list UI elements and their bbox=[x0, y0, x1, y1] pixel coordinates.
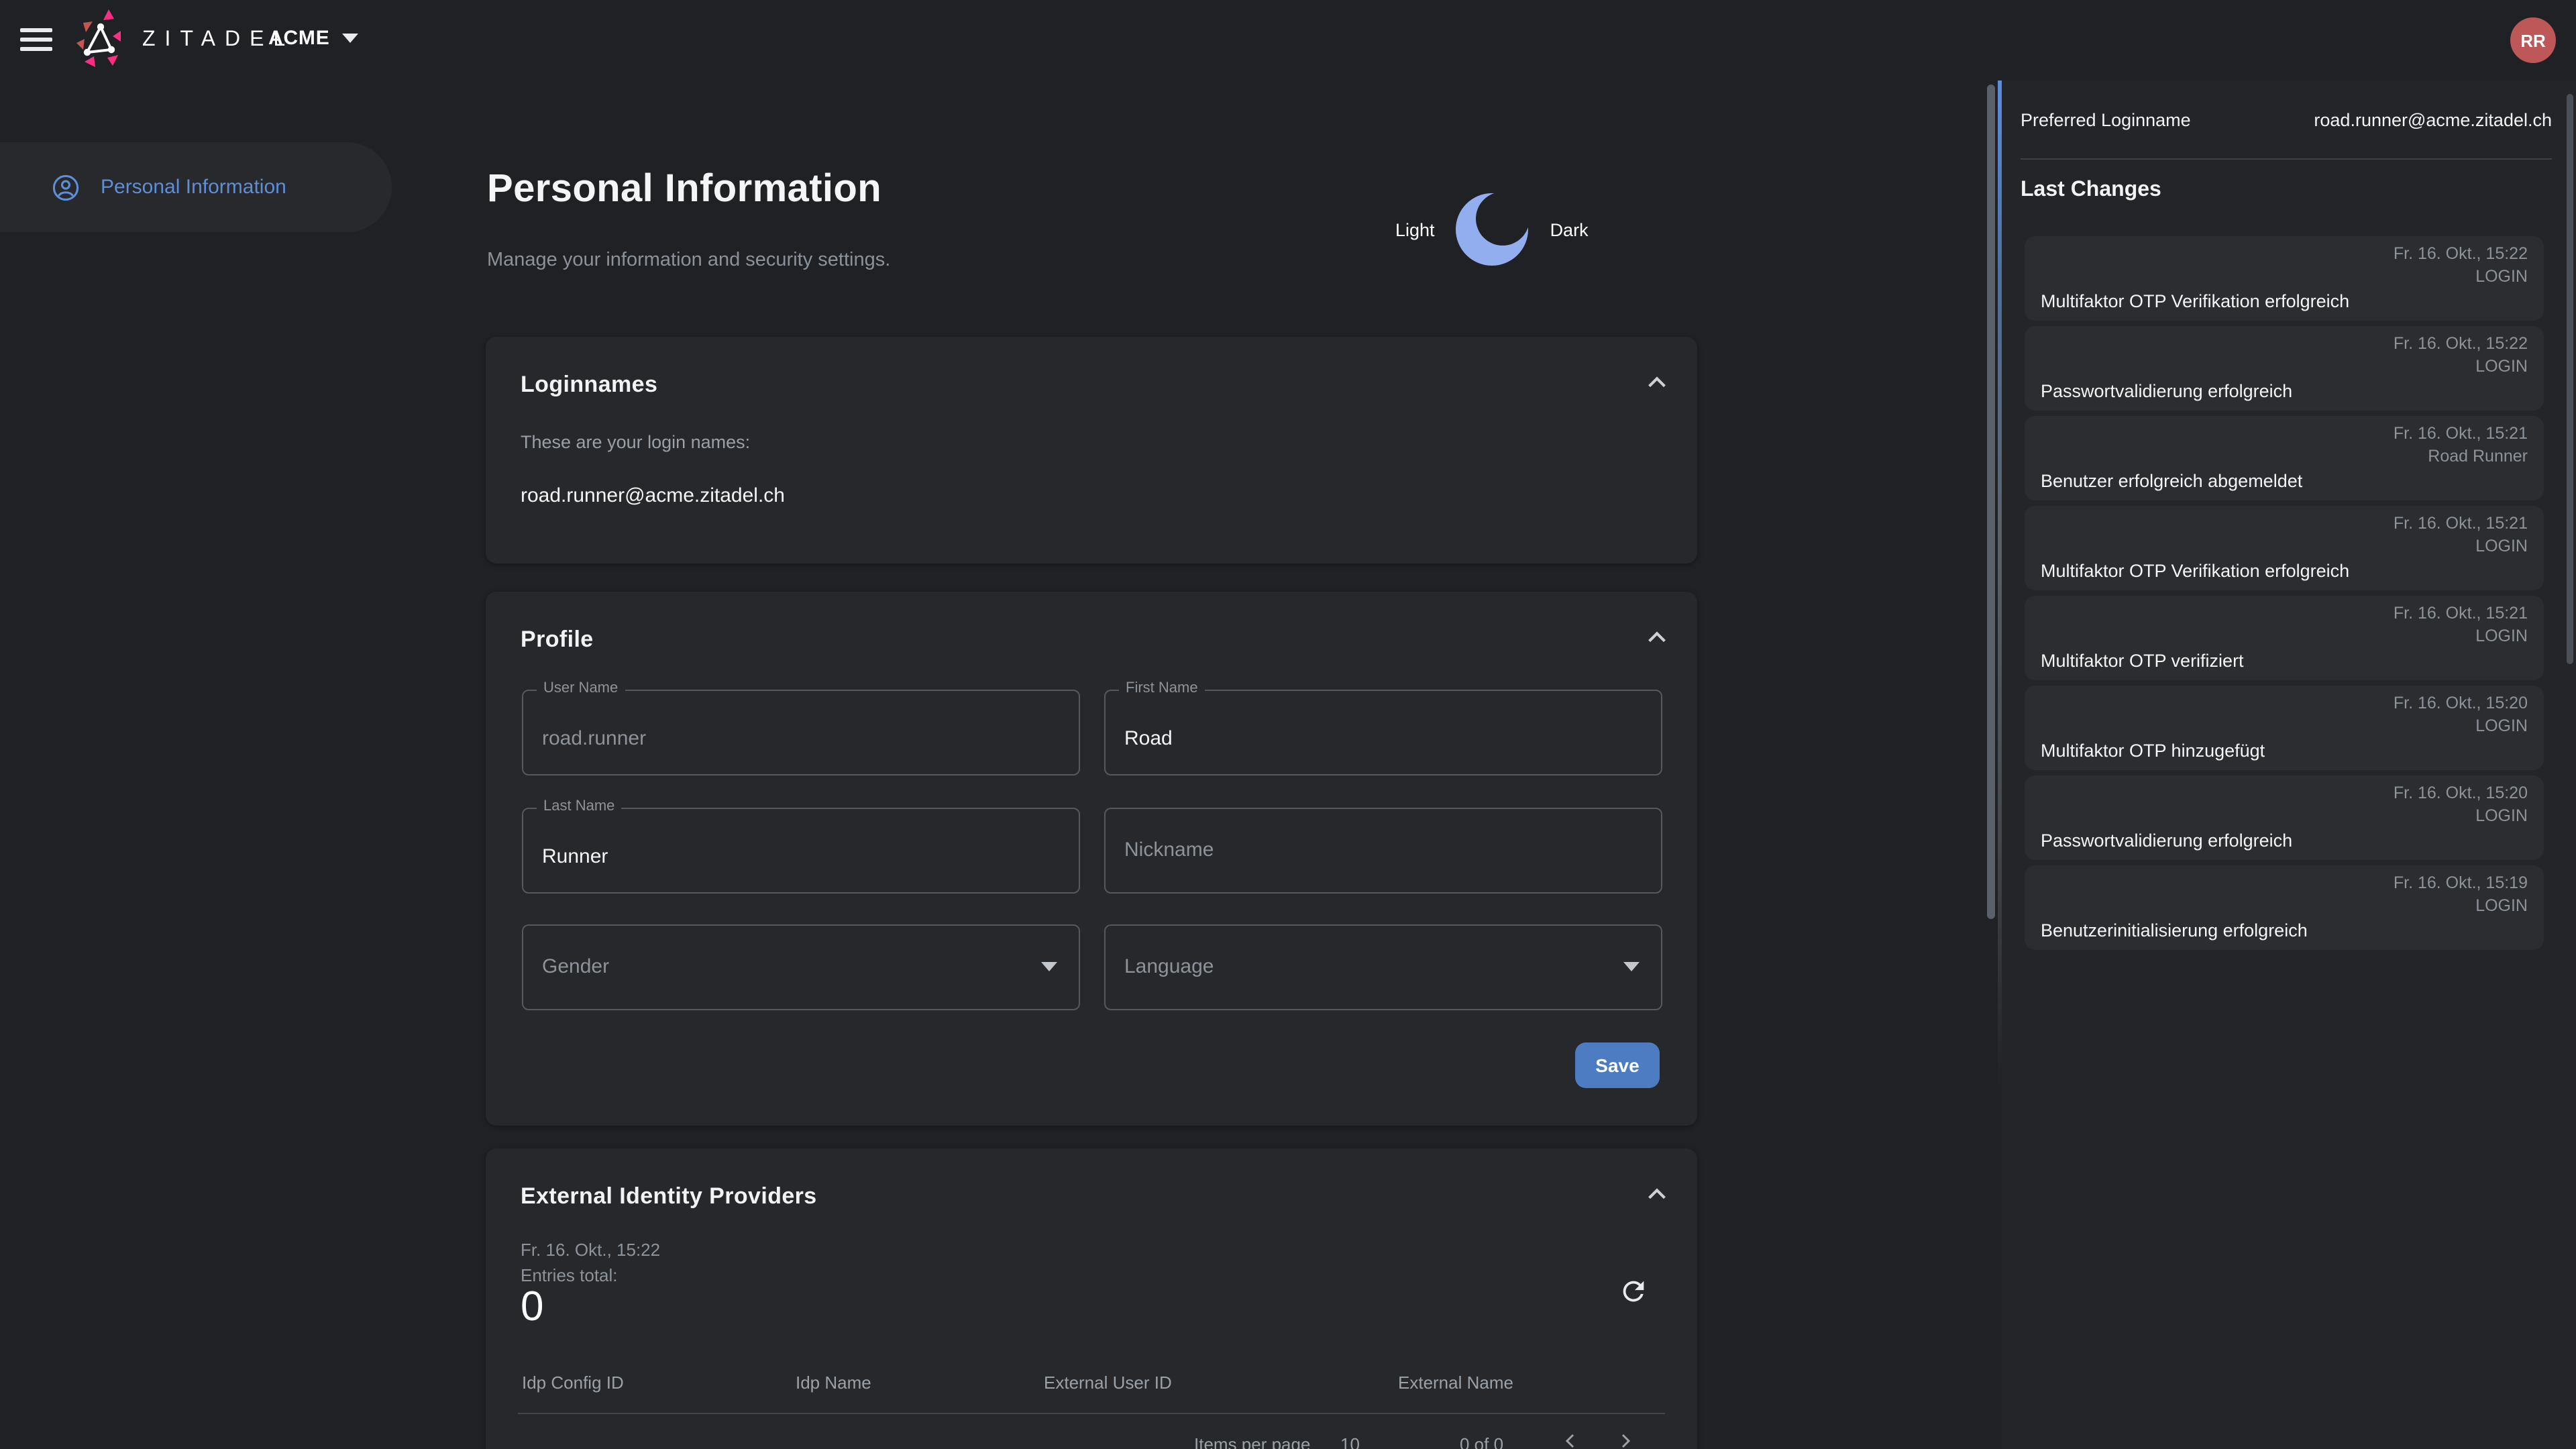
first-name-value: Road bbox=[1124, 727, 1173, 750]
sidebar-divider bbox=[2021, 158, 2552, 160]
previous-page-icon[interactable] bbox=[1559, 1429, 1583, 1449]
preferred-loginname-label: Preferred Loginname bbox=[2021, 110, 2191, 130]
items-per-page-label: Items per page bbox=[1194, 1434, 1310, 1449]
entries-total-value: 0 bbox=[521, 1283, 544, 1331]
next-page-icon[interactable] bbox=[1613, 1429, 1637, 1449]
col-external-user-id: External User ID bbox=[1044, 1373, 1172, 1393]
sidebar-scrollbar[interactable] bbox=[2567, 94, 2573, 664]
external-idp-card: External Identity Providers Fr. 16. Okt.… bbox=[486, 1148, 1697, 1449]
theme-light-label: Light bbox=[1395, 219, 1435, 239]
nickname-field[interactable]: Nickname bbox=[1104, 808, 1662, 894]
change-event-item[interactable]: Fr. 16. Okt., 15:21 LOGIN Multifaktor OT… bbox=[2025, 596, 2544, 680]
org-name: ACME bbox=[268, 27, 330, 50]
zitadel-logo-icon[interactable] bbox=[67, 7, 134, 74]
page-title: Personal Information bbox=[487, 168, 881, 212]
collapse-chevron-up-icon[interactable] bbox=[1646, 1183, 1668, 1205]
moon-icon bbox=[1454, 191, 1532, 268]
idp-timestamp: Fr. 16. Okt., 15:22 bbox=[521, 1240, 660, 1260]
org-switcher[interactable]: ACME bbox=[268, 27, 358, 50]
change-event-item[interactable]: Fr. 16. Okt., 15:19 LOGIN Benutzerinitia… bbox=[2025, 865, 2544, 950]
col-external-name: External Name bbox=[1398, 1373, 1513, 1393]
theme-toggle[interactable]: Light Dark bbox=[1395, 188, 1677, 271]
activity-sidebar: Preferred Loginname road.runner@acme.zit… bbox=[2002, 80, 2576, 1449]
loginnames-title: Loginnames bbox=[521, 372, 657, 398]
external-idp-title: External Identity Providers bbox=[521, 1183, 817, 1210]
theme-dark-label: Dark bbox=[1550, 219, 1589, 239]
loginname-value: road.runner@acme.zitadel.ch bbox=[521, 484, 785, 507]
top-bar: ZITADEL ACME RR bbox=[0, 0, 2576, 80]
page-range: 0 of 0 bbox=[1460, 1434, 1503, 1449]
page-subtitle: Manage your information and security set… bbox=[487, 250, 890, 271]
change-event-item[interactable]: Fr. 16. Okt., 15:22 LOGIN Multifaktor OT… bbox=[2025, 236, 2544, 321]
col-idp-name: Idp Name bbox=[796, 1373, 871, 1393]
sidebar-item-personal-information[interactable]: Personal Information bbox=[0, 142, 392, 232]
collapse-chevron-up-icon[interactable] bbox=[1646, 627, 1668, 648]
zitadel-console: ZITADEL ACME RR Personal Information Per… bbox=[0, 0, 2576, 1449]
change-event-item[interactable]: Fr. 16. Okt., 15:22 LOGIN Passwortvalidi… bbox=[2025, 326, 2544, 411]
refresh-icon[interactable] bbox=[1618, 1276, 1649, 1307]
user-name-value: road.runner bbox=[542, 727, 646, 750]
user-name-field[interactable]: User Name road.runner bbox=[522, 690, 1080, 775]
preferred-loginname-value: road.runner@acme.zitadel.ch bbox=[2314, 110, 2552, 130]
change-event-item[interactable]: Fr. 16. Okt., 15:21 LOGIN Multifaktor OT… bbox=[2025, 506, 2544, 590]
change-event-item[interactable]: Fr. 16. Okt., 15:20 LOGIN Passwortvalidi… bbox=[2025, 775, 2544, 860]
save-button[interactable]: Save bbox=[1575, 1042, 1660, 1088]
loginnames-card: Loginnames These are your login names: r… bbox=[486, 337, 1697, 564]
change-event-item[interactable]: Fr. 16. Okt., 15:20 LOGIN Multifaktor OT… bbox=[2025, 686, 2544, 770]
menu-icon[interactable] bbox=[20, 28, 52, 52]
language-select[interactable]: Language bbox=[1104, 924, 1662, 1010]
avatar[interactable]: RR bbox=[2510, 17, 2556, 63]
person-icon bbox=[51, 172, 80, 202]
profile-card: Profile User Name road.runner First Name… bbox=[486, 592, 1697, 1126]
loginnames-description: These are your login names: bbox=[521, 432, 750, 452]
gender-select[interactable]: Gender bbox=[522, 924, 1080, 1010]
last-name-field[interactable]: Last Name Runner bbox=[522, 808, 1080, 894]
collapse-chevron-up-icon[interactable] bbox=[1646, 372, 1668, 393]
main-scrollbar[interactable] bbox=[1987, 85, 1994, 919]
nickname-placeholder: Nickname bbox=[1124, 839, 1214, 861]
last-changes-title: Last Changes bbox=[2021, 178, 2161, 203]
last-name-value: Runner bbox=[542, 845, 608, 868]
page-size-value[interactable]: 10 bbox=[1340, 1434, 1360, 1449]
dropdown-caret-icon bbox=[1041, 962, 1057, 971]
col-idp-config-id: Idp Config ID bbox=[522, 1373, 624, 1393]
chevron-down-icon bbox=[342, 34, 358, 43]
change-event-item[interactable]: Fr. 16. Okt., 15:21 Road Runner Benutzer… bbox=[2025, 416, 2544, 500]
sidebar-item-label: Personal Information bbox=[101, 176, 286, 199]
profile-title: Profile bbox=[521, 627, 594, 653]
table-divider bbox=[518, 1413, 1665, 1414]
dropdown-caret-icon bbox=[1623, 962, 1640, 971]
first-name-field[interactable]: First Name Road bbox=[1104, 690, 1662, 775]
